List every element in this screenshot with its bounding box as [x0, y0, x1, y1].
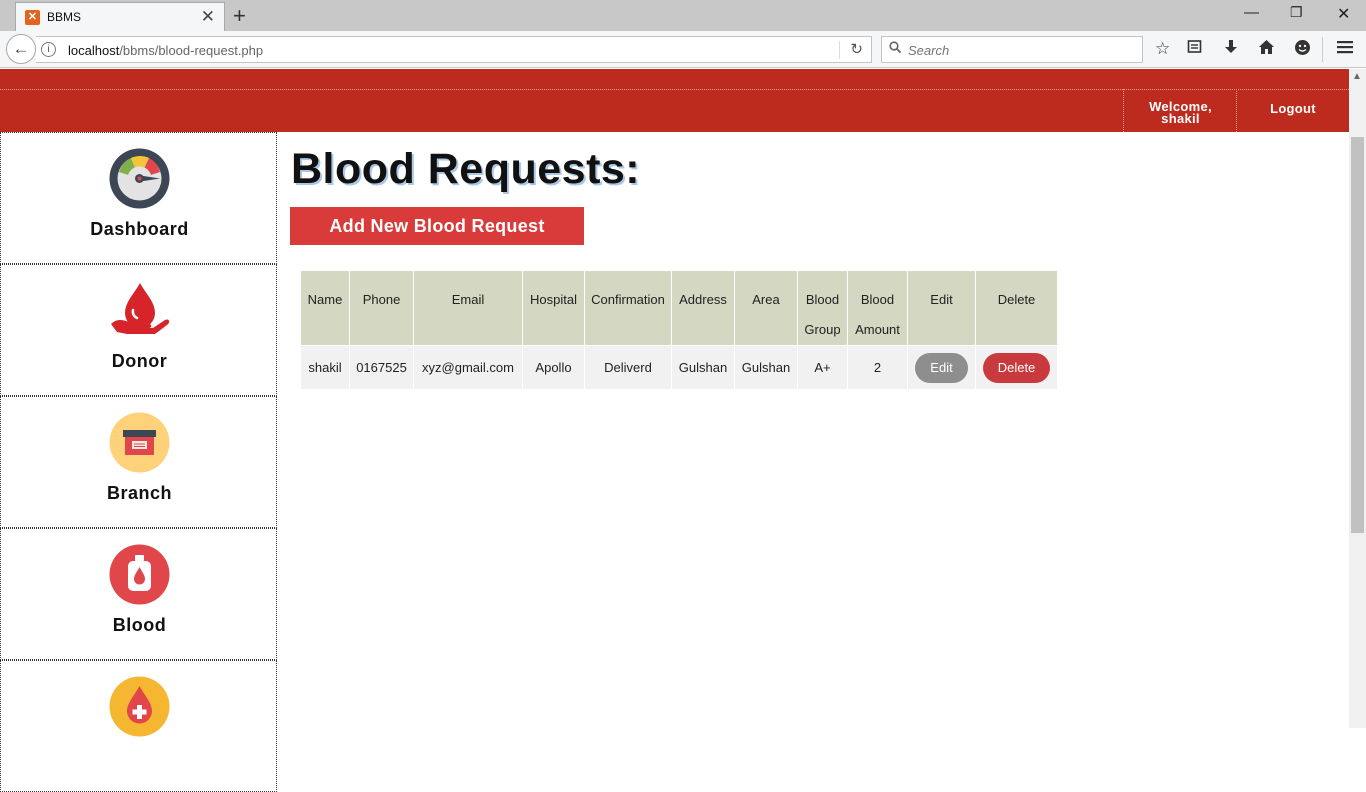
cell-blood-amount: 2: [847, 345, 908, 390]
cell-name: shakil: [300, 345, 350, 390]
cell-hospital: Apollo: [522, 345, 585, 390]
box-icon: [109, 412, 170, 473]
column-header: Phone: [349, 270, 414, 346]
url-host: localhost: [68, 43, 120, 58]
column-header: Blood Amount: [847, 270, 908, 346]
search-icon: [889, 41, 902, 56]
tab-title: BBMS: [47, 10, 82, 24]
gauge-icon: [109, 148, 170, 209]
url-text[interactable]: localhost/bbms/blood-request.php: [68, 43, 263, 58]
cell-area: Gulshan: [734, 345, 798, 390]
column-header: Name: [300, 270, 350, 346]
cell-delete: Delete: [975, 345, 1058, 390]
column-header: Edit: [907, 270, 976, 346]
app-header: Welcome, shakil Logout: [0, 69, 1349, 132]
scrollbar-thumb[interactable]: [1351, 137, 1364, 533]
sidebar-item-donor[interactable]: Donor: [0, 264, 277, 396]
table-header-row: Name Phone Email Hospital Confirmation A…: [300, 270, 1058, 346]
search-input[interactable]: [908, 41, 1133, 59]
sidebar-item-blood[interactable]: Blood: [0, 528, 277, 660]
close-window-icon[interactable]: ✕: [1337, 4, 1350, 24]
page-title: Blood Requests:: [291, 145, 641, 193]
column-header: Area: [734, 270, 798, 346]
xampp-favicon-icon: ✕: [25, 10, 40, 25]
url-divider: [839, 41, 840, 59]
blood-drop-hand-icon: [109, 280, 170, 341]
welcome-text: Welcome, shakil: [1123, 89, 1237, 132]
edit-button[interactable]: Edit: [915, 352, 968, 383]
star-icon[interactable]: ☆: [1155, 39, 1170, 59]
minimize-icon[interactable]: —: [1244, 4, 1259, 21]
browser-tab[interactable]: ✕ BBMS ✕: [15, 2, 225, 31]
column-header: Email: [413, 270, 523, 346]
home-icon[interactable]: [1258, 39, 1275, 60]
toolbar-divider: [1322, 37, 1323, 62]
search-bar[interactable]: [881, 36, 1143, 63]
reading-list-icon[interactable]: [1187, 39, 1202, 59]
sidebar-item-label: Dashboard: [90, 219, 189, 239]
close-tab-icon[interactable]: ✕: [201, 7, 215, 27]
new-tab-icon[interactable]: +: [233, 3, 246, 29]
back-arrow-icon[interactable]: ←: [6, 34, 36, 64]
reload-icon[interactable]: ↻: [850, 40, 863, 58]
column-header: Hospital: [522, 270, 585, 346]
cell-confirmation: Deliverd: [584, 345, 672, 390]
table-row: shakil 0167525 xyz@gmail.com Apollo Deli…: [300, 345, 1058, 390]
scroll-up-arrow-icon[interactable]: ▲: [1352, 71, 1362, 82]
sidebar-item-branch[interactable]: Branch: [0, 396, 277, 528]
add-blood-request-button[interactable]: Add New Blood Request: [290, 207, 584, 245]
cell-phone: 0167525: [349, 345, 414, 390]
browser-tab-bar: ✕ BBMS ✕ + — ❐ ✕: [0, 0, 1366, 31]
sidebar-item-dashboard[interactable]: Dashboard: [0, 132, 277, 264]
cell-address: Gulshan: [671, 345, 735, 390]
sidebar-item-label: Blood: [112, 615, 167, 635]
download-icon[interactable]: [1223, 39, 1239, 60]
restore-icon[interactable]: ❐: [1290, 4, 1303, 21]
address-bar[interactable]: i localhost/bbms/blood-request.php ↻: [36, 36, 872, 63]
sidebar-item-more[interactable]: [0, 660, 277, 792]
logout-link[interactable]: Logout: [1236, 89, 1349, 132]
sidebar-item-label: Donor: [111, 351, 168, 371]
menu-icon[interactable]: [1337, 39, 1353, 59]
blood-bag-icon: [109, 544, 170, 605]
welcome-username: shakil: [1161, 111, 1200, 126]
browser-nav-bar: i localhost/bbms/blood-request.php ↻ ← ☆: [0, 31, 1366, 68]
cell-edit: Edit: [907, 345, 976, 390]
column-header: Blood Group: [797, 270, 848, 346]
page-scrollbar[interactable]: ▲: [1349, 69, 1366, 728]
column-header: Confirmation: [584, 270, 672, 346]
url-path: /bbms/blood-request.php: [119, 43, 264, 58]
cell-email: xyz@gmail.com: [413, 345, 523, 390]
column-header: Delete: [975, 270, 1058, 346]
blood-requests-table: Name Phone Email Hospital Confirmation A…: [300, 270, 1058, 390]
sidebar: Dashboard Donor Branch Blood: [0, 132, 277, 792]
smiley-icon[interactable]: [1294, 39, 1311, 61]
sidebar-item-label: Branch: [106, 483, 172, 503]
column-header: Address: [671, 270, 735, 346]
site-info-icon[interactable]: i: [41, 42, 56, 57]
cell-blood-group: A+: [797, 345, 848, 390]
delete-button[interactable]: Delete: [983, 352, 1050, 383]
